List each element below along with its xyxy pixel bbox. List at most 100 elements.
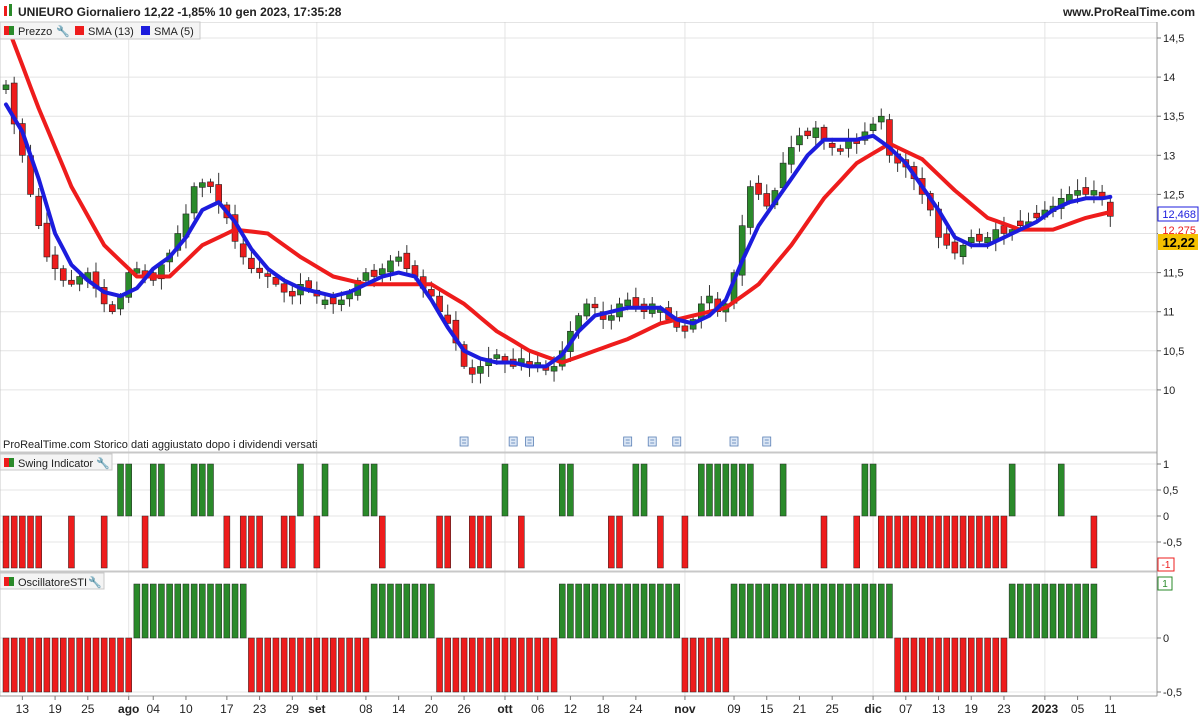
sti-bar-down (951, 637, 959, 693)
candle-body (591, 303, 599, 309)
sti-bar-up (886, 583, 893, 639)
sti-bar-down (100, 637, 108, 693)
swing-bar-down (910, 515, 918, 569)
wrench-icon[interactable]: 🔧 (96, 456, 110, 470)
sti-bar-up (632, 583, 640, 639)
dividend-icon (762, 436, 772, 447)
up-candle (608, 304, 615, 330)
sti-bar-down (362, 637, 370, 693)
sti-bar-down (501, 637, 509, 693)
dividend-icon (623, 436, 633, 447)
header-title: UNIEURO Giornaliero 12,22 -1,85% 10 gen … (18, 5, 342, 19)
swing-tick-label: -0,5 (1163, 537, 1182, 549)
sti-bar-down (43, 637, 51, 693)
candle-body (951, 241, 959, 254)
swing-legend[interactable]: Swing Indicator 🔧 (0, 453, 113, 471)
candle-body (493, 354, 501, 359)
swing-bar-up (158, 463, 165, 517)
candle-body (370, 269, 378, 277)
sti-bar-down (289, 637, 296, 693)
sti-bar-up (861, 583, 869, 639)
sti-bar-down (469, 637, 476, 693)
down-candle (1098, 184, 1106, 206)
candle-body (35, 195, 43, 226)
header-site[interactable]: www.ProRealTime.com (1062, 5, 1195, 19)
legend-prezzo-label: Prezzo (18, 26, 52, 38)
swing-bar-up (730, 463, 738, 517)
sti-bar-up (837, 583, 844, 639)
swing-bar-up (321, 463, 329, 517)
sti-bar-up (190, 583, 198, 639)
sma5-swatch (141, 26, 150, 35)
price-tick-label: 11 (1163, 307, 1174, 319)
swing-bar-down (141, 515, 149, 569)
down-candle (92, 262, 100, 298)
candle-body (256, 267, 263, 273)
down-candle (51, 246, 59, 281)
sti-bar-down (967, 637, 975, 693)
sti-bar-down (297, 637, 304, 693)
swing-bar-up (501, 463, 509, 517)
x-tick-label: nov (674, 702, 696, 716)
candle-body (967, 237, 975, 244)
dividend-icon-box (762, 436, 772, 447)
sti-bar-down (477, 637, 484, 693)
up-candle (845, 128, 852, 158)
swing-bar-down (992, 515, 1000, 569)
dividend-icon (525, 436, 534, 447)
sti-bar-up (1041, 583, 1049, 639)
sti-bar-up (174, 583, 182, 639)
sti-bar-down (10, 637, 18, 693)
x-tick-label: 13 (932, 702, 946, 716)
swing-bar-down (943, 515, 950, 569)
swing-bar-up (558, 463, 566, 517)
up-candle (738, 214, 746, 286)
swing-bar-down (681, 515, 689, 569)
sti-bar-up (657, 583, 664, 639)
dividend-icon-box (508, 436, 518, 447)
swing-bar-down (918, 515, 926, 569)
price-candles (2, 76, 1114, 384)
x-tick-label: 14 (392, 702, 406, 716)
candle-body (199, 182, 206, 188)
candle-body (190, 186, 198, 214)
sti-bar-down (444, 637, 451, 693)
sti-tick-label: -0,5 (1163, 687, 1182, 699)
candle-body (305, 280, 312, 289)
up-candle (125, 268, 132, 303)
wrench-icon[interactable]: 🔧 (56, 24, 70, 38)
wrench-icon[interactable]: 🔧 (88, 575, 102, 589)
sti-bar-up (379, 583, 386, 639)
down-candle (207, 178, 214, 194)
swing-panel-frame (0, 452, 1158, 572)
x-tick-label: 11 (1104, 702, 1117, 716)
candle-body (1000, 225, 1008, 234)
swing-bar-up (869, 463, 877, 517)
swing-bar-up (1008, 463, 1016, 517)
x-tick-label: 24 (629, 702, 643, 716)
x-tick-label: 23 (997, 702, 1011, 716)
x-tick-label: 13 (16, 702, 30, 716)
swing-bar-down (27, 515, 34, 569)
sti-bar-down (2, 637, 10, 693)
up-candle (583, 298, 591, 320)
sti-bar-down (354, 637, 361, 693)
sti-bar-up (231, 583, 239, 639)
sti-bar-up (648, 583, 656, 639)
sti-bar-up (411, 583, 419, 639)
swing-bar-down (657, 515, 664, 569)
price-badges: 12,468 12,275 12,22 (1157, 206, 1199, 250)
swing-bar-up (190, 463, 198, 517)
swing-bar-down (100, 515, 108, 569)
sti-bar-down (272, 637, 280, 693)
candle-body (583, 303, 591, 317)
down-candle (1082, 177, 1090, 199)
swing-bar-down (967, 515, 975, 569)
sti-bar-down (321, 637, 329, 693)
sti-legend[interactable]: OscillatoreSTI 🔧 (0, 572, 105, 590)
swing-bar-up (861, 463, 869, 517)
x-tick-label: 09 (727, 702, 741, 716)
last-price-text: 12,22 (1162, 235, 1195, 250)
swing-bar-down (984, 515, 991, 569)
down-candle (755, 175, 762, 200)
